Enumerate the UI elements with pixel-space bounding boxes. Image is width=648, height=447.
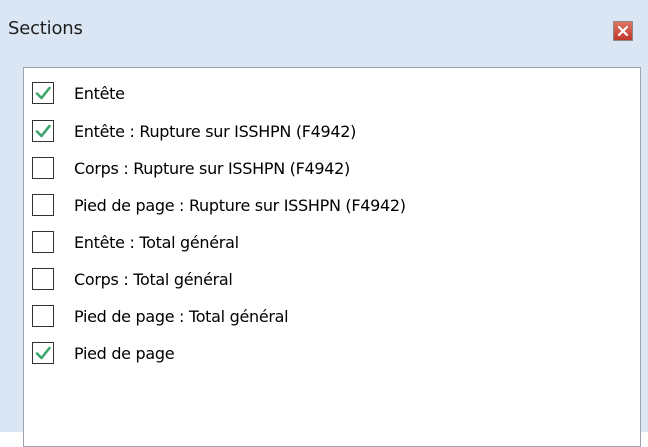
section-checkbox[interactable] xyxy=(32,157,54,179)
section-checkbox[interactable] xyxy=(32,268,54,290)
section-item-label: Corps : Total général xyxy=(74,269,233,289)
panel-title: Sections xyxy=(8,18,83,39)
section-checkbox[interactable] xyxy=(32,231,54,253)
section-item-label: Pied de page : Total général xyxy=(74,306,289,326)
section-item-pied-total[interactable]: Pied de page : Total général xyxy=(32,301,632,331)
close-button[interactable] xyxy=(613,21,633,41)
section-item-label: Pied de page : Rupture sur ISSHPN (F4942… xyxy=(74,195,406,215)
section-item-label: Entête xyxy=(74,83,125,103)
sections-panel: Sections Entête Entête : Rupture sur ISS… xyxy=(0,0,648,447)
section-item-entete-total[interactable]: Entête : Total général xyxy=(32,227,632,257)
section-item-entete[interactable]: Entête xyxy=(32,78,632,108)
section-item-label: Entête : Total général xyxy=(74,232,239,252)
checkmark-icon xyxy=(35,86,51,100)
section-item-pied[interactable]: Pied de page xyxy=(32,338,632,368)
checkmark-icon xyxy=(35,124,51,138)
close-icon xyxy=(617,25,629,37)
section-item-corps-total[interactable]: Corps : Total général xyxy=(32,264,632,294)
section-item-label: Pied de page xyxy=(74,343,175,363)
section-item-label: Entête : Rupture sur ISSHPN (F4942) xyxy=(74,121,357,141)
checkmark-icon xyxy=(35,346,51,360)
section-checkbox[interactable] xyxy=(32,120,54,142)
section-checkbox[interactable] xyxy=(32,194,54,216)
section-item-pied-rupture[interactable]: Pied de page : Rupture sur ISSHPN (F4942… xyxy=(32,190,632,220)
section-checkbox[interactable] xyxy=(32,342,54,364)
section-item-label: Corps : Rupture sur ISSHPN (F4942) xyxy=(74,158,350,178)
section-item-corps-rupture[interactable]: Corps : Rupture sur ISSHPN (F4942) xyxy=(32,153,632,183)
section-checkbox[interactable] xyxy=(32,305,54,327)
section-item-entete-rupture[interactable]: Entête : Rupture sur ISSHPN (F4942) xyxy=(32,116,632,146)
section-checkbox[interactable] xyxy=(32,82,54,104)
panel-titlebar: Sections xyxy=(0,0,648,56)
sections-checklist[interactable]: Entête Entête : Rupture sur ISSHPN (F494… xyxy=(23,67,641,447)
